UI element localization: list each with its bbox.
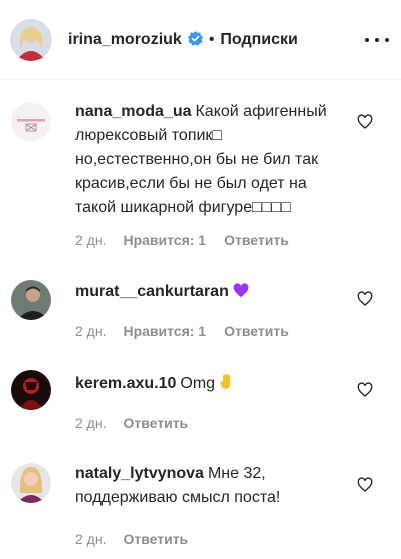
like-heart-icon[interactable] xyxy=(357,382,373,398)
author-username[interactable]: irina_moroziuk xyxy=(68,30,203,49)
reply-button[interactable]: Ответить xyxy=(224,323,289,339)
comment-item: kerem.axu.10 Omg 2 дн. Ответить xyxy=(0,355,401,450)
following-button[interactable]: Подписки xyxy=(220,31,297,49)
comment-text-block: kerem.axu.10 Omg xyxy=(75,372,350,398)
like-heart-icon[interactable] xyxy=(357,114,373,130)
comment-username[interactable]: murat__cankurtaran xyxy=(75,283,229,300)
comment-meta: 2 дн. Ответить xyxy=(75,531,188,547)
comment-time[interactable]: 2 дн. xyxy=(75,232,106,248)
comment-item: nataly_lytvynova Мне 32, поддерживаю смыс… xyxy=(0,450,401,559)
reply-button[interactable]: Ответить xyxy=(123,531,188,547)
comment-text-block: nataly_lytvynova Мне 32, поддерживаю смыс… xyxy=(75,462,350,510)
comment-item: murat__cankurtaran 2 дн. Нравится: 1 Отв… xyxy=(0,265,401,355)
header-separator: • xyxy=(208,30,215,48)
comment-time[interactable]: 2 дн. xyxy=(75,531,106,547)
comment-item: nana_moda_ua Какой афигенный люрексовый т… xyxy=(0,80,401,250)
comment-text-block: nana_moda_ua Какой афигенный люрексовый т… xyxy=(75,100,350,220)
comment-meta: 2 дн. Ответить xyxy=(75,415,188,431)
author-username-text[interactable]: irina_moroziuk xyxy=(68,31,182,48)
purple-heart-icon xyxy=(233,282,249,306)
comment-text-block: murat__cankurtaran xyxy=(75,280,350,306)
comment-username[interactable]: nana_moda_ua xyxy=(75,103,191,120)
comment-username[interactable]: nataly_lytvynova xyxy=(75,465,204,482)
like-heart-icon[interactable] xyxy=(357,477,373,493)
comment-likes[interactable]: Нравится: 1 xyxy=(123,323,206,339)
comment-meta: 2 дн. Нравится: 1 Ответить xyxy=(75,323,289,339)
reply-button[interactable]: Ответить xyxy=(224,232,289,248)
like-heart-icon[interactable] xyxy=(357,291,373,307)
comment-username[interactable]: kerem.axu.10 xyxy=(75,375,176,392)
author-avatar[interactable] xyxy=(10,18,52,61)
comment-meta: 2 дн. Нравится: 1 Ответить xyxy=(75,232,289,248)
commenter-avatar[interactable] xyxy=(11,280,51,320)
post-header: irina_moroziuk • Подписки xyxy=(0,0,401,80)
commenter-avatar[interactable] xyxy=(11,463,51,503)
waving-hand-icon xyxy=(219,373,232,398)
comment-text: Omg xyxy=(180,375,216,392)
more-options-icon[interactable] xyxy=(365,28,389,52)
comment-likes[interactable]: Нравится: 1 xyxy=(123,232,206,248)
reply-button[interactable]: Ответить xyxy=(123,415,188,431)
commenter-avatar[interactable] xyxy=(11,102,51,142)
comment-time[interactable]: 2 дн. xyxy=(75,415,106,431)
commenter-avatar[interactable] xyxy=(11,370,51,410)
verified-badge-icon xyxy=(187,30,203,46)
comment-time[interactable]: 2 дн. xyxy=(75,323,106,339)
